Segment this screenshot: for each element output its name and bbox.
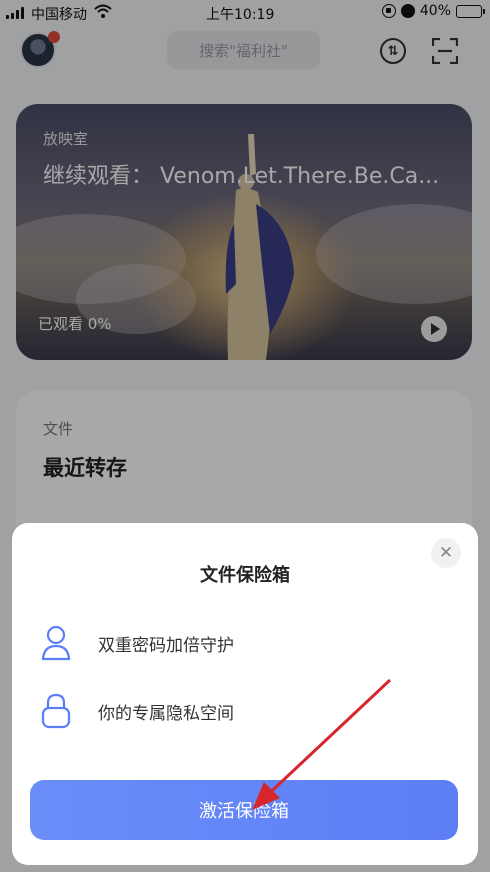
annotation-arrow-icon (252, 678, 392, 810)
user-icon (41, 625, 71, 661)
feature-text: 双重密码加倍守护 (98, 636, 234, 656)
modal-title: 文件保险箱 (200, 565, 290, 586)
feature-text: 你的专属隐私空间 (98, 704, 234, 724)
lock-icon (41, 693, 71, 729)
